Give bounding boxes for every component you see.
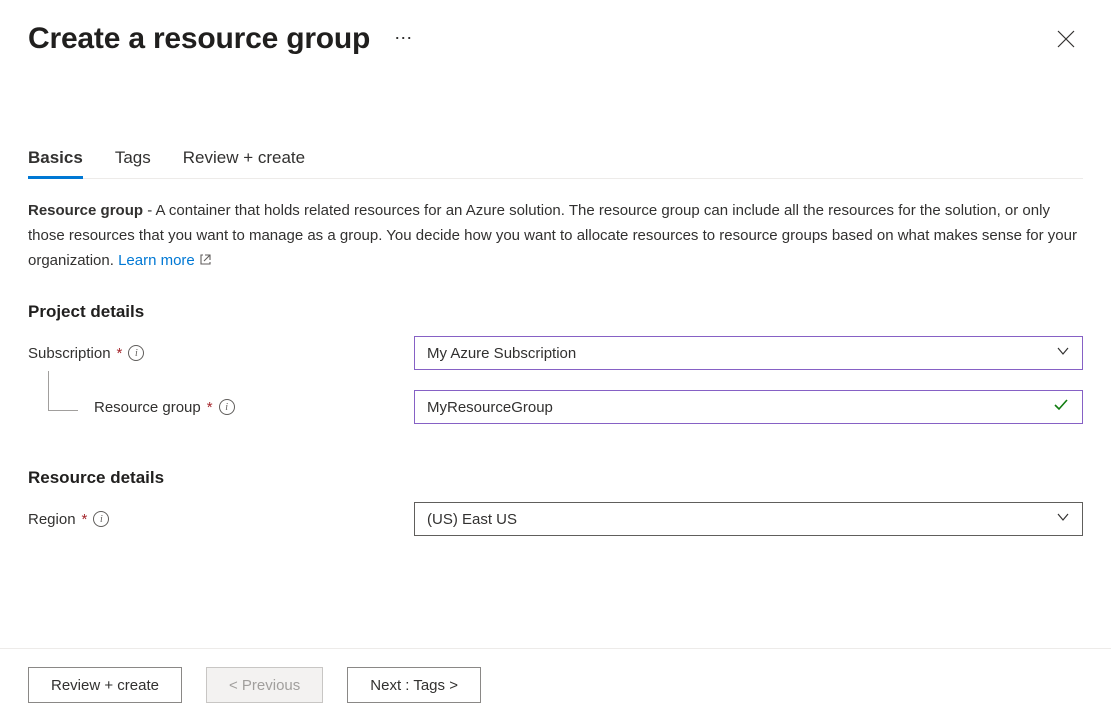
required-indicator: * [82,511,88,528]
next-button[interactable]: Next : Tags > [347,667,481,703]
subscription-label: Subscription [28,345,111,362]
region-label: Region [28,511,76,528]
required-indicator: * [117,345,123,362]
chevron-down-icon [1056,344,1070,362]
footer: Review + create < Previous Next : Tags > [0,648,1111,721]
description-text: Resource group - A container that holds … [28,199,1078,274]
section-project-details: Project details [28,302,1083,322]
chevron-down-icon [1056,510,1070,528]
close-icon[interactable] [1053,26,1079,52]
tab-tags[interactable]: Tags [115,148,151,179]
external-link-icon [199,250,212,275]
info-icon[interactable]: i [128,345,144,361]
resource-group-input[interactable]: MyResourceGroup [414,390,1083,424]
subscription-select[interactable]: My Azure Subscription [414,336,1083,370]
page-title: Create a resource group [28,22,370,56]
resource-group-label: Resource group [94,399,201,416]
tab-review-create[interactable]: Review + create [183,148,305,179]
info-icon[interactable]: i [93,511,109,527]
review-create-button[interactable]: Review + create [28,667,182,703]
tab-basics[interactable]: Basics [28,148,83,179]
info-icon[interactable]: i [219,399,235,415]
checkmark-icon [1052,396,1070,418]
tree-line [48,371,78,411]
learn-more-link[interactable]: Learn more [118,252,212,269]
previous-button: < Previous [206,667,323,703]
section-resource-details: Resource details [28,468,1083,488]
resource-group-value: MyResourceGroup [427,399,553,416]
more-icon[interactable]: ⋯ [394,28,414,51]
region-value: (US) East US [427,511,517,528]
subscription-value: My Azure Subscription [427,345,576,362]
tabs: Basics Tags Review + create [28,148,1083,179]
region-select[interactable]: (US) East US [414,502,1083,536]
description-bold: Resource group [28,202,143,219]
required-indicator: * [207,399,213,416]
